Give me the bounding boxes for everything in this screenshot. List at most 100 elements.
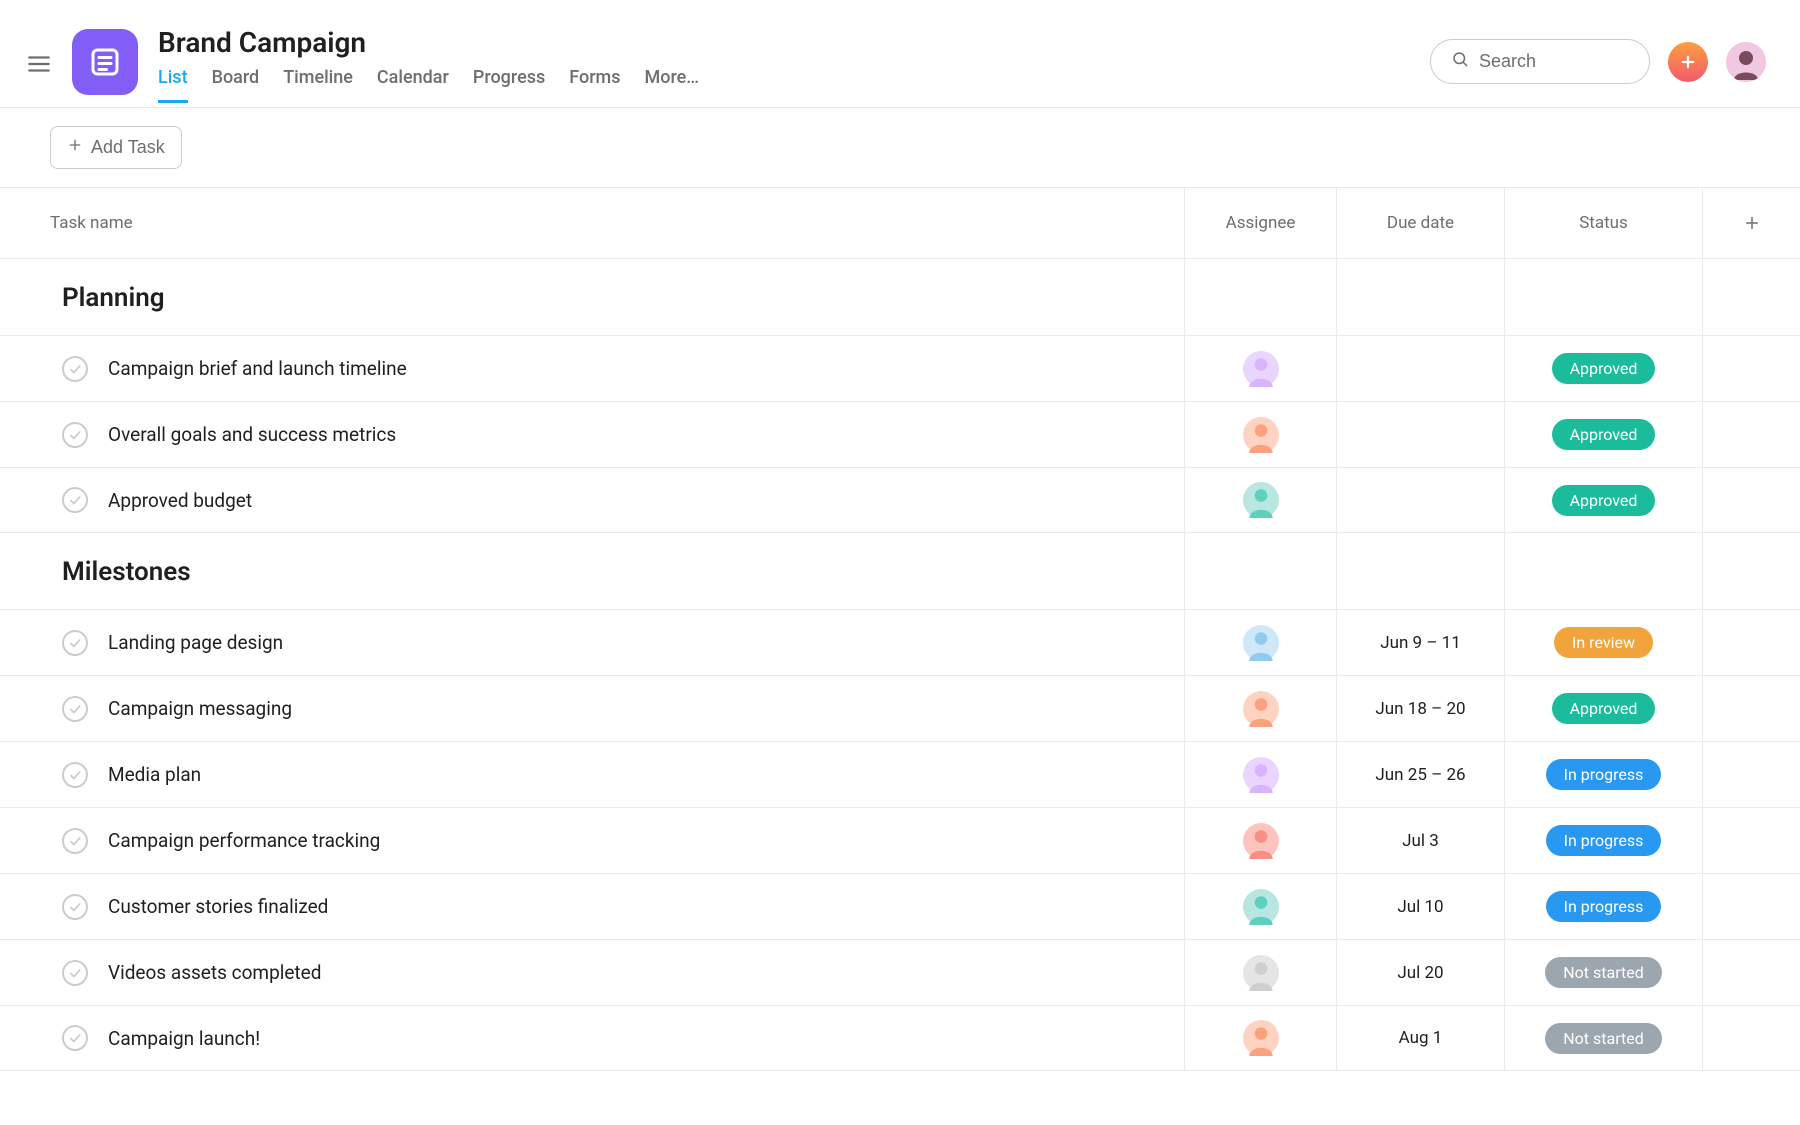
check-circle-icon[interactable] [62, 422, 88, 448]
task-cell[interactable]: Campaign launch! [0, 1006, 1184, 1070]
task-cell[interactable]: Videos assets completed [0, 940, 1184, 1005]
task-row[interactable]: Overall goals and success metrics Approve… [0, 401, 1800, 467]
assignee-cell[interactable] [1184, 336, 1336, 401]
task-cell[interactable]: Campaign messaging [0, 676, 1184, 741]
status-cell[interactable]: Approved [1504, 468, 1702, 532]
task-cell[interactable]: Campaign performance tracking [0, 808, 1184, 873]
col-status[interactable]: Status [1504, 188, 1702, 258]
assignee-avatar[interactable] [1243, 351, 1279, 387]
tab-calendar[interactable]: Calendar [377, 67, 449, 103]
assignee-cell[interactable] [1184, 742, 1336, 807]
search-input[interactable] [1479, 51, 1629, 72]
assignee-avatar[interactable] [1243, 482, 1279, 518]
status-cell[interactable]: Not started [1504, 1006, 1702, 1070]
tab-progress[interactable]: Progress [473, 67, 545, 103]
task-row[interactable]: Campaign messaging Jun 18 – 20 Approved [0, 675, 1800, 741]
assignee-cell[interactable] [1184, 808, 1336, 873]
assignee-avatar[interactable] [1243, 1020, 1279, 1056]
assignee-cell[interactable] [1184, 1006, 1336, 1070]
check-circle-icon[interactable] [62, 487, 88, 513]
assignee-cell[interactable] [1184, 468, 1336, 532]
global-add-button[interactable] [1668, 42, 1708, 82]
search-box[interactable] [1430, 39, 1650, 84]
status-pill[interactable]: In progress [1546, 891, 1662, 922]
status-cell[interactable]: In progress [1504, 808, 1702, 873]
status-pill[interactable]: In review [1554, 627, 1653, 658]
assignee-cell[interactable] [1184, 402, 1336, 467]
task-row[interactable]: Approved budget Approved [0, 467, 1800, 533]
user-avatar[interactable] [1726, 42, 1766, 82]
status-cell[interactable]: Approved [1504, 402, 1702, 467]
status-cell[interactable]: Approved [1504, 676, 1702, 741]
status-pill[interactable]: Approved [1552, 353, 1656, 384]
page-title[interactable]: Brand Campaign [158, 26, 1410, 59]
tab-forms[interactable]: Forms [569, 67, 620, 103]
assignee-avatar[interactable] [1243, 889, 1279, 925]
task-row[interactable]: Media plan Jun 25 – 26 In progress [0, 741, 1800, 807]
status-cell[interactable]: In progress [1504, 874, 1702, 939]
task-row[interactable]: Campaign launch! Aug 1 Not started [0, 1005, 1800, 1071]
assignee-avatar[interactable] [1243, 417, 1279, 453]
check-circle-icon[interactable] [62, 630, 88, 656]
assignee-cell[interactable] [1184, 610, 1336, 675]
status-pill[interactable]: Approved [1552, 419, 1656, 450]
due-date-cell[interactable] [1336, 336, 1504, 401]
col-task-name[interactable]: Task name [0, 188, 1184, 258]
tab-more[interactable]: More… [645, 67, 700, 103]
status-cell[interactable]: In progress [1504, 742, 1702, 807]
due-date-cell[interactable]: Jun 25 – 26 [1336, 742, 1504, 807]
due-date-cell[interactable] [1336, 402, 1504, 467]
tab-timeline[interactable]: Timeline [283, 67, 353, 103]
section-title[interactable]: Planning [0, 259, 1184, 335]
task-cell[interactable]: Media plan [0, 742, 1184, 807]
assignee-avatar[interactable] [1243, 757, 1279, 793]
due-date-cell[interactable] [1336, 468, 1504, 532]
col-due-date[interactable]: Due date [1336, 188, 1504, 258]
task-row[interactable]: Campaign performance tracking Jul 3 In pro… [0, 807, 1800, 873]
tab-board[interactable]: Board [212, 67, 260, 103]
project-icon[interactable] [72, 29, 138, 95]
tab-list[interactable]: List [158, 67, 188, 103]
task-cell[interactable]: Overall goals and success metrics [0, 402, 1184, 467]
status-cell[interactable]: Not started [1504, 940, 1702, 1005]
assignee-avatar[interactable] [1243, 823, 1279, 859]
task-row[interactable]: Campaign brief and launch timeline Approv… [0, 335, 1800, 401]
assignee-cell[interactable] [1184, 676, 1336, 741]
due-date-cell[interactable]: Jul 10 [1336, 874, 1504, 939]
assignee-cell[interactable] [1184, 874, 1336, 939]
check-circle-icon[interactable] [62, 762, 88, 788]
check-circle-icon[interactable] [62, 1025, 88, 1051]
task-row[interactable]: Landing page design Jun 9 – 11 In review [0, 609, 1800, 675]
task-row[interactable]: Videos assets completed Jul 20 Not started [0, 939, 1800, 1005]
assignee-cell[interactable] [1184, 940, 1336, 1005]
check-circle-icon[interactable] [62, 960, 88, 986]
due-date-cell[interactable]: Jul 3 [1336, 808, 1504, 873]
status-pill[interactable]: Approved [1552, 693, 1656, 724]
assignee-avatar[interactable] [1243, 691, 1279, 727]
task-cell[interactable]: Approved budget [0, 468, 1184, 532]
col-assignee[interactable]: Assignee [1184, 188, 1336, 258]
status-pill[interactable]: Approved [1552, 485, 1656, 516]
section-title[interactable]: Milestones [0, 533, 1184, 609]
status-cell[interactable]: In review [1504, 610, 1702, 675]
task-cell[interactable]: Campaign brief and launch timeline [0, 336, 1184, 401]
check-circle-icon[interactable] [62, 696, 88, 722]
menu-icon[interactable] [26, 47, 52, 77]
status-pill[interactable]: Not started [1545, 1023, 1662, 1054]
due-date-cell[interactable]: Jun 9 – 11 [1336, 610, 1504, 675]
add-column-button[interactable] [1702, 188, 1800, 258]
due-date-cell[interactable]: Jun 18 – 20 [1336, 676, 1504, 741]
status-pill[interactable]: In progress [1546, 759, 1662, 790]
due-date-cell[interactable]: Jul 20 [1336, 940, 1504, 1005]
add-task-button[interactable]: Add Task [50, 126, 182, 169]
status-cell[interactable]: Approved [1504, 336, 1702, 401]
check-circle-icon[interactable] [62, 828, 88, 854]
status-pill[interactable]: Not started [1545, 957, 1662, 988]
task-row[interactable]: Customer stories finalizedJul 10In progr… [0, 873, 1800, 939]
due-date-cell[interactable]: Aug 1 [1336, 1006, 1504, 1070]
status-pill[interactable]: In progress [1546, 825, 1662, 856]
assignee-avatar[interactable] [1243, 625, 1279, 661]
check-circle-icon[interactable] [62, 894, 88, 920]
check-circle-icon[interactable] [62, 356, 88, 382]
task-cell[interactable]: Landing page design [0, 610, 1184, 675]
